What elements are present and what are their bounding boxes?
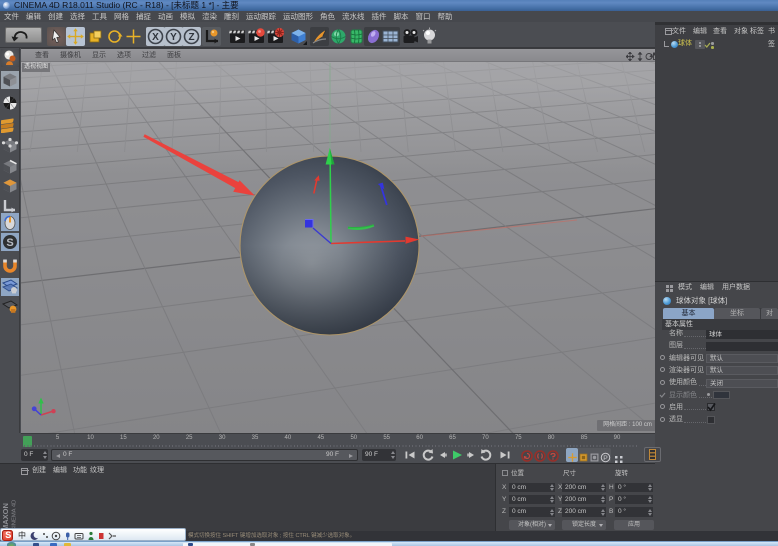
svg-text:Y: Y bbox=[170, 32, 177, 43]
svg-text:X: X bbox=[152, 32, 159, 43]
svg-text:CINEMA 4D: CINEMA 4D bbox=[12, 500, 18, 531]
svg-text:MAXON: MAXON bbox=[1, 503, 10, 531]
svg-text:Z: Z bbox=[188, 32, 194, 43]
svg-text:P: P bbox=[603, 455, 608, 462]
svg-text:S: S bbox=[6, 237, 13, 249]
